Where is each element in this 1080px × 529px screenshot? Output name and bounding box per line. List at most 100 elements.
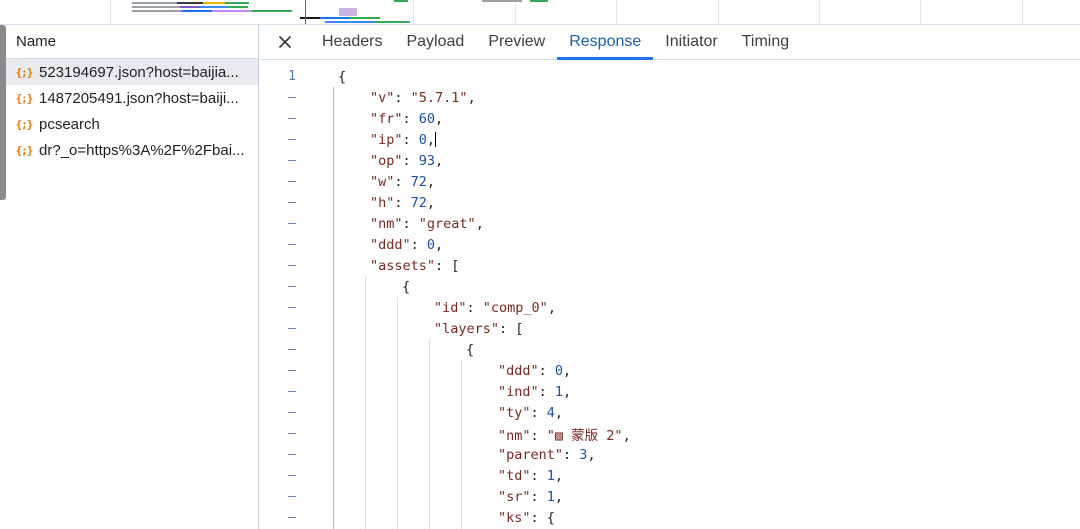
code-line: 1{ <box>260 66 1080 87</box>
overview-bar <box>228 6 248 8</box>
request-row[interactable]: {;} 1487205491.json?host=baiji... <box>6 85 258 111</box>
code-line: – "sr": 1, <box>260 486 1080 507</box>
json-punctuation: : <box>394 194 411 211</box>
code-text: "parent": 3, <box>498 447 596 463</box>
fold-marker: – <box>288 363 296 378</box>
overview-bar <box>530 0 548 2</box>
json-key: "parent" <box>498 446 564 463</box>
indent-guide <box>397 297 398 529</box>
json-punctuation: , <box>554 404 564 421</box>
request-details-panel: Headers Payload Preview Response Initiator Ti… <box>260 25 1080 529</box>
tab-preview[interactable]: Preview <box>476 25 557 59</box>
overview-bar <box>350 17 380 19</box>
json-icon: {;} <box>15 117 34 131</box>
name-column-header[interactable]: Name <box>6 25 258 59</box>
request-list: Name {;} 523194697.json?host=baijia... {;}… <box>6 25 259 529</box>
code-text: "ty": 4, <box>498 405 563 421</box>
fold-marker: – <box>288 468 296 483</box>
overview-bar <box>320 17 350 19</box>
json-punctuation: : <box>394 89 411 106</box>
json-punctuation: , <box>563 383 572 400</box>
code-text: "v": "5.7.1", <box>370 90 476 106</box>
code-text: "ddd": 0, <box>498 363 571 379</box>
tab-initiator[interactable]: Initiator <box>653 25 729 59</box>
json-punctuation: , <box>426 131 436 148</box>
response-viewer[interactable]: 1{– "v": "5.7.1", – "fr": 60, – "ip": 0, – "op"… <box>260 61 1080 529</box>
json-punctuation: , <box>622 427 631 444</box>
json-number: 0 <box>418 131 427 148</box>
json-key: "v" <box>370 89 395 106</box>
json-punctuation: : <box>563 446 580 463</box>
code-text: "ind": 1, <box>498 384 571 400</box>
request-name: dr?_o=https%3A%2F%2Fbai... <box>39 141 245 159</box>
network-overview[interactable] <box>0 0 1080 25</box>
json-string: "▨ 蒙版 2" <box>546 427 623 444</box>
json-punctuation: : <box>538 383 555 400</box>
json-punctuation: : [ <box>435 257 460 274</box>
request-row[interactable]: {;} 523194697.json?host=baijia... <box>6 59 258 85</box>
json-number: 72 <box>410 194 427 211</box>
json-punctuation: : <box>402 110 419 127</box>
json-key: "layers" <box>434 320 500 337</box>
fold-marker: – <box>288 384 296 399</box>
json-string: "great" <box>418 215 476 232</box>
code-text: "assets": [ <box>370 258 459 274</box>
fold-marker: – <box>288 216 296 231</box>
json-punctuation: , <box>435 152 444 169</box>
json-punctuation: : <box>410 236 427 253</box>
overview-bar <box>225 2 249 4</box>
overview-gridline <box>515 0 516 24</box>
code-text: "op": 93, <box>370 153 443 169</box>
fold-marker: – <box>288 300 296 315</box>
json-punctuation: : <box>402 131 419 148</box>
json-icon: {;} <box>15 143 34 157</box>
overview-bar <box>300 17 320 19</box>
json-key: "ks" <box>498 509 531 526</box>
indent-guide <box>429 339 430 529</box>
json-punctuation: , <box>467 89 476 106</box>
json-punctuation: , <box>554 488 564 505</box>
code-line: – "ddd": 0, <box>260 360 1080 381</box>
json-number: 60 <box>418 110 436 127</box>
close-details-button[interactable] <box>260 25 310 59</box>
code-line: – "assets": [ <box>260 255 1080 276</box>
tab-payload[interactable]: Payload <box>394 25 476 59</box>
json-key: "fr" <box>370 110 403 127</box>
request-name: 523194697.json?host=baijia... <box>39 63 239 81</box>
request-row[interactable]: {;} pcsearch <box>6 111 258 137</box>
json-punctuation: , <box>435 236 444 253</box>
tab-headers[interactable]: Headers <box>310 25 394 59</box>
json-key: "nm" <box>498 427 531 444</box>
json-icon: {;} <box>15 91 34 105</box>
indent-guide <box>333 87 334 529</box>
tab-timing[interactable]: Timing <box>730 25 801 59</box>
json-number: 4 <box>546 404 555 421</box>
code-line: – "ip": 0, <box>260 129 1080 150</box>
json-number: 1 <box>546 488 555 505</box>
overview-gridline <box>718 0 719 24</box>
json-key: "w" <box>370 173 395 190</box>
fold-marker: – <box>288 510 296 525</box>
overview-bar <box>375 21 410 23</box>
fold-marker: – <box>288 489 296 504</box>
code-line: – "nm": "▨ 蒙版 2", <box>260 423 1080 444</box>
overview-bar <box>132 10 182 12</box>
json-punctuation: , <box>587 446 596 463</box>
overview-gridline <box>920 0 921 24</box>
overview-bar <box>339 8 357 16</box>
name-column-label: Name <box>16 33 57 50</box>
code-text: { <box>466 342 474 358</box>
fold-marker: – <box>288 447 296 462</box>
json-key: "ip" <box>370 131 403 148</box>
code-line: –{ <box>260 276 1080 297</box>
code-line: – "ty": 4, <box>260 402 1080 423</box>
json-punctuation: : <box>530 404 547 421</box>
request-row[interactable]: {;} dr?_o=https%3A%2F%2Fbai... <box>6 137 258 163</box>
json-punctuation: , <box>554 467 564 484</box>
overview-bar <box>177 2 203 4</box>
code-text: "ks": { <box>498 510 555 526</box>
tab-response[interactable]: Response <box>557 25 654 60</box>
overview-time-marker <box>305 0 306 24</box>
fold-marker: – <box>288 90 296 105</box>
code-line: – "op": 93, <box>260 150 1080 171</box>
